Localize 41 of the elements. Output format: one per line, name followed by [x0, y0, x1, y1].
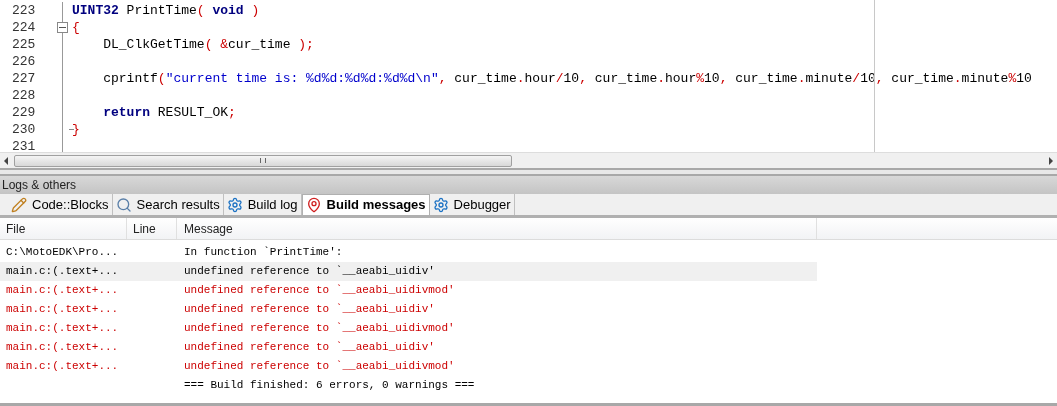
tab[interactable]: Code::Blocks: [8, 194, 113, 215]
scrollbar-thumb[interactable]: [14, 154, 512, 167]
message-row[interactable]: main.c:(.text+... undefined reference to `__aeabi_uidivmod': [0, 319, 817, 338]
code-line: return RESULT_OK;: [102, 104, 236, 121]
scroll-left-icon[interactable]: [4, 156, 8, 165]
gear-icon: [432, 196, 449, 213]
message-row[interactable]: === Build finished: 6 errors, 0 warnings ===: [0, 376, 817, 395]
panel-title: Logs & others: [2, 177, 77, 194]
column-header[interactable]: Message: [177, 218, 817, 239]
line-number: 228: [11, 87, 37, 104]
line-number: 224: [11, 19, 37, 36]
line-number: 231: [11, 138, 37, 152]
message-row[interactable]: main.c:(.text+... undefined reference to `__aeabi_uidivmod': [0, 281, 817, 300]
line-number: 227: [11, 70, 37, 87]
pencil-icon: [11, 196, 27, 213]
line-number: 229: [11, 104, 37, 121]
gear-icon: [226, 196, 243, 213]
message-row[interactable]: main.c:(.text+... undefined reference to `__aeabi_uidiv': [0, 338, 817, 357]
line-number: 226: [11, 53, 37, 70]
code-line: }: [72, 121, 80, 138]
code-line: UINT32 PrintTime( void ): [72, 2, 260, 19]
tab[interactable]: Build log: [223, 194, 302, 215]
tab[interactable]: Search results: [112, 194, 224, 215]
line-number: 230: [11, 121, 37, 138]
message-row[interactable]: main.c:(.text+... undefined reference to `__aeabi_uidiv': [0, 262, 817, 281]
message-row[interactable]: main.c:(.text+... undefined reference to `__aeabi_uidivmod': [0, 357, 817, 376]
message-row[interactable]: main.c:(.text+... undefined reference to `__aeabi_uidiv': [0, 300, 817, 319]
code-line: DL_ClkGetTime( &cur_time );: [102, 36, 314, 53]
tab[interactable]: Build messages: [301, 194, 430, 215]
line-number: 223: [11, 2, 37, 19]
search-icon: [115, 196, 132, 213]
line-number: 225: [11, 36, 37, 53]
message-row[interactable]: C:\MotoEDK\Pro... In function `PrintTime':: [0, 243, 817, 262]
column-header[interactable]: File: [0, 218, 127, 239]
code-line: {: [72, 19, 80, 36]
pin-icon: [305, 197, 322, 213]
column-header[interactable]: Line: [127, 218, 177, 239]
fold-toggle[interactable]: [56, 22, 68, 33]
horizontal-scrollbar[interactable]: [0, 152, 1057, 168]
tab[interactable]: Debugger: [429, 194, 515, 215]
scroll-right-icon[interactable]: [1049, 156, 1053, 165]
